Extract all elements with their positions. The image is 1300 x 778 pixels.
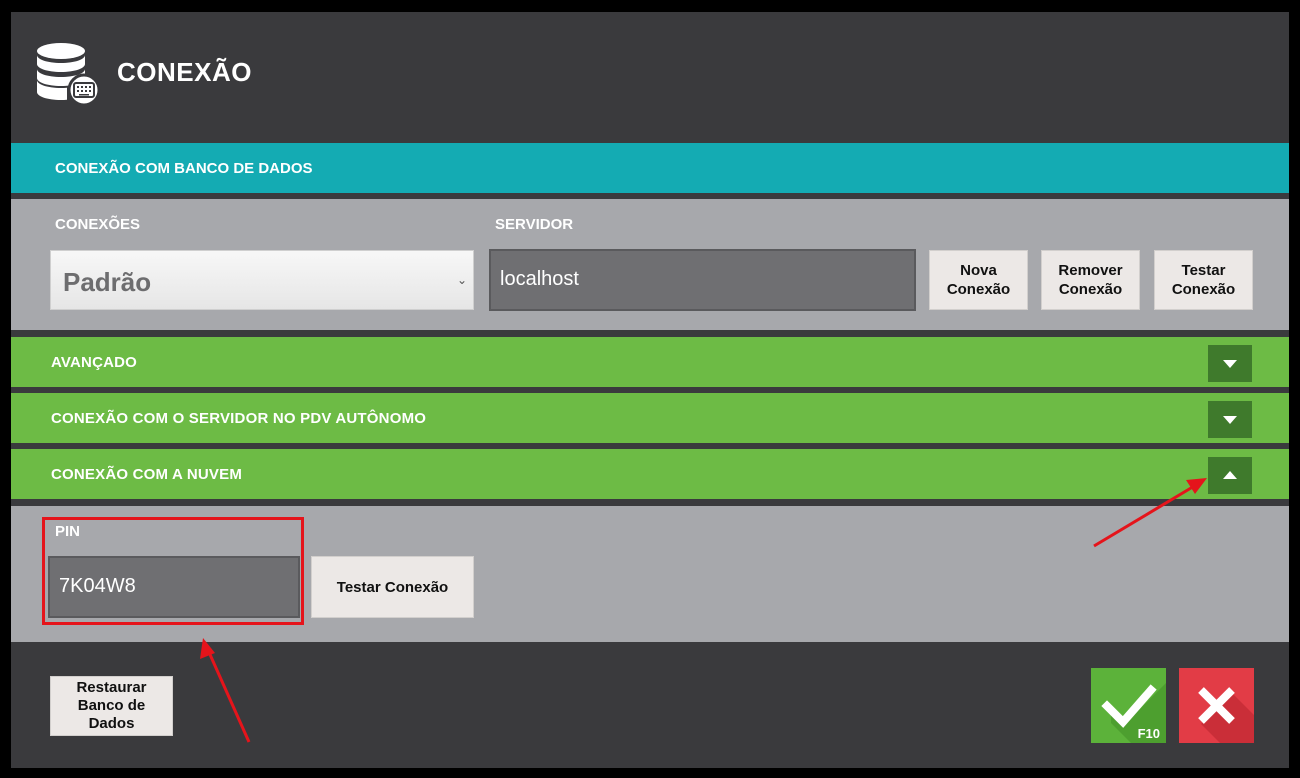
restore-database-button[interactable]: Restaurar Banco de Dados: [50, 676, 173, 736]
server-input[interactable]: localhost: [489, 249, 916, 311]
server-input-value: localhost: [500, 268, 579, 290]
db-section-title: CONEXÃO COM BANCO DE DADOS: [55, 160, 313, 177]
remove-connection-button[interactable]: Remover Conexão: [1041, 250, 1140, 310]
new-connection-label-1: Nova: [960, 262, 997, 279]
confirm-button[interactable]: F10: [1091, 668, 1166, 743]
cloud-test-connection-button[interactable]: Testar Conexão: [311, 556, 474, 618]
chevron-down-icon: ⌄: [456, 273, 467, 287]
annotation-highlight-box: [42, 517, 304, 625]
close-icon: [1198, 687, 1254, 743]
db-section-body: CONEXÕES SERVIDOR Padrão ⌄ localhost Nov…: [11, 199, 1289, 330]
server-label: SERVIDOR: [495, 216, 574, 233]
accordion-pdv-server[interactable]: CONEXÃO COM O SERVIDOR NO PDV AUTÔNOMO: [11, 393, 1289, 443]
cloud-test-connection-label: Testar Conexão: [336, 578, 449, 596]
restore-label-1: Restaurar: [76, 679, 147, 696]
db-section-header: CONEXÃO COM BANCO DE DADOS: [11, 143, 1289, 193]
restore-label-2: Banco de: [77, 697, 146, 714]
accordion-cloud[interactable]: CONEXÃO COM A NUVEM: [11, 449, 1289, 499]
new-connection-label-2: Conexão: [946, 281, 1011, 298]
cancel-button[interactable]: [1179, 668, 1254, 743]
database-keyboard-icon: [37, 43, 101, 107]
window-title: CONEXÃO: [117, 57, 252, 87]
restore-label-3: Dados: [88, 715, 135, 732]
accordion-cloud-label: CONEXÃO COM A NUVEM: [51, 466, 243, 483]
test-connection-button[interactable]: Testar Conexão: [1154, 250, 1253, 310]
accordion-cloud-toggle[interactable]: [1208, 457, 1252, 494]
accordion-pdv-server-toggle[interactable]: [1208, 401, 1252, 438]
new-connection-button[interactable]: Nova Conexão: [929, 250, 1028, 310]
remove-connection-label-2: Conexão: [1058, 281, 1123, 298]
caret-down-icon: [1223, 416, 1237, 424]
test-connection-label-1: Testar: [1181, 262, 1226, 279]
caret-up-icon: [1223, 471, 1237, 479]
connections-select-value: Padrão: [63, 267, 152, 297]
accordion-advanced[interactable]: AVANÇADO: [11, 337, 1289, 387]
connections-label: CONEXÕES: [55, 216, 141, 233]
connections-select[interactable]: Padrão ⌄: [50, 250, 474, 310]
remove-connection-label-1: Remover: [1058, 262, 1123, 279]
accordion-advanced-label: AVANÇADO: [51, 354, 138, 371]
accordion-pdv-server-label: CONEXÃO COM O SERVIDOR NO PDV AUTÔNOMO: [51, 410, 427, 427]
accordion-advanced-toggle[interactable]: [1208, 345, 1252, 382]
test-connection-label-2: Conexão: [1171, 281, 1236, 298]
window-header: CONEXÃO: [11, 12, 1289, 137]
confirm-shortcut-label: F10: [1137, 726, 1160, 741]
caret-down-icon: [1223, 360, 1237, 368]
